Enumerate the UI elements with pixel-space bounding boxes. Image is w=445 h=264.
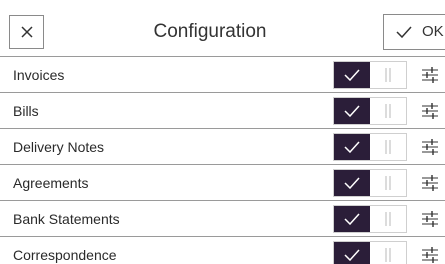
toggle-switch[interactable] [333,133,407,161]
list-item-label: Correspondence [13,247,117,263]
document-type-list: Invoices Bills Delivery Notes Agreements… [0,56,445,264]
check-icon [344,141,360,153]
check-icon [344,177,360,189]
toggle-switch[interactable] [333,241,407,264]
list-item: Bills [0,92,445,128]
pause-icon [385,212,391,226]
list-item: Delivery Notes [0,128,445,164]
list-item-label: Delivery Notes [13,139,105,155]
ok-button-label: OK [422,23,444,40]
toggle-off-segment[interactable] [370,170,406,196]
pause-icon [385,176,391,190]
toggle-on-segment[interactable] [334,206,370,232]
toggle-switch[interactable] [333,97,407,125]
toggle-on-segment[interactable] [334,242,370,264]
list-item: Agreements [0,164,445,200]
toggle-switch[interactable] [333,205,407,233]
header: Configuration OK [0,0,445,53]
toggle-on-segment[interactable] [334,62,370,88]
toggle-off-segment[interactable] [370,242,406,264]
toggle-off-segment[interactable] [370,206,406,232]
toggle-on-segment[interactable] [334,170,370,196]
configuration-dialog: Configuration OK Invoices Bills Delivery… [0,0,445,264]
close-button[interactable] [9,15,44,49]
toggle-on-segment[interactable] [334,134,370,160]
sliders-icon[interactable] [420,65,440,85]
toggle-off-segment[interactable] [370,134,406,160]
sliders-icon[interactable] [420,173,440,193]
list-item-label: Bank Statements [13,211,120,227]
list-item: Bank Statements [0,200,445,236]
sliders-icon[interactable] [420,101,440,121]
toggle-off-segment[interactable] [370,62,406,88]
check-icon [344,213,360,225]
page-title: Configuration [153,21,267,42]
list-item-label: Bills [13,103,39,119]
check-icon [396,26,412,38]
sliders-icon[interactable] [420,245,440,264]
check-icon [344,249,360,261]
sliders-icon[interactable] [420,209,440,229]
list-item: Invoices [0,56,445,92]
ok-button[interactable]: OK [383,14,445,50]
toggle-switch[interactable] [333,61,407,89]
check-icon [344,105,360,117]
pause-icon [385,68,391,82]
list-item: Correspondence [0,236,445,264]
pause-icon [385,104,391,118]
toggle-switch[interactable] [333,169,407,197]
toggle-off-segment[interactable] [370,98,406,124]
list-item-label: Invoices [13,67,65,83]
pause-icon [385,140,391,154]
check-icon [344,69,360,81]
list-item-label: Agreements [13,175,89,191]
pause-icon [385,248,391,262]
close-icon [20,26,33,38]
sliders-icon[interactable] [420,137,440,157]
toggle-on-segment[interactable] [334,98,370,124]
